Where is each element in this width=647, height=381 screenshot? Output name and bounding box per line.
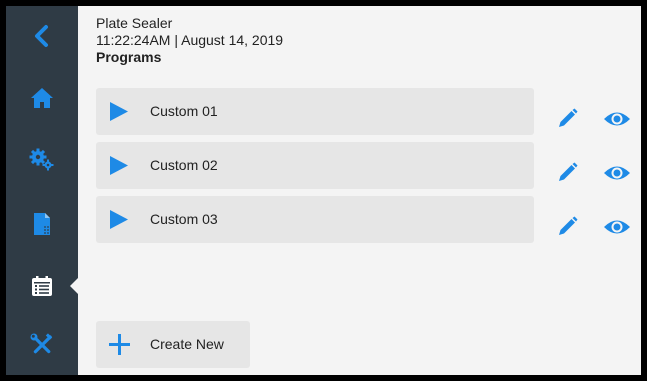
- chevron-left-icon: [35, 25, 48, 47]
- plus-icon: [109, 334, 130, 355]
- view-button[interactable]: [602, 158, 632, 188]
- create-new-label: Create New: [150, 336, 224, 352]
- create-new-button[interactable]: Create New: [96, 321, 250, 368]
- sidebar-item-programs[interactable]: [6, 256, 78, 316]
- pencil-icon: [559, 108, 578, 127]
- edit-button[interactable]: [552, 212, 582, 242]
- program-row-custom-03[interactable]: Custom 03: [96, 196, 534, 243]
- sidebar-item-tools[interactable]: [6, 315, 78, 375]
- play-icon[interactable]: [109, 156, 129, 175]
- pencil-icon: [559, 162, 578, 181]
- calendar-list-icon: [32, 276, 52, 296]
- app-frame: Plate Sealer 11:22:24AM | August 14, 201…: [6, 6, 641, 375]
- play-icon[interactable]: [109, 210, 129, 229]
- sidebar-item-documents[interactable]: [6, 194, 78, 254]
- page-title: Programs: [96, 49, 162, 65]
- datetime: 11:22:24AM | August 14, 2019: [96, 32, 284, 48]
- sidebar-item-settings[interactable]: [6, 129, 78, 189]
- eye-icon: [604, 112, 630, 126]
- view-button[interactable]: [602, 212, 632, 242]
- active-indicator: [70, 277, 79, 295]
- sidebar-item-back[interactable]: [6, 6, 78, 66]
- home-icon: [31, 88, 53, 108]
- sidebar: [6, 6, 79, 375]
- program-row-custom-01[interactable]: Custom 01: [96, 88, 534, 135]
- device-name: Plate Sealer: [96, 15, 173, 31]
- program-label: Custom 02: [150, 157, 218, 173]
- document-icon: [34, 213, 50, 235]
- edit-button[interactable]: [552, 104, 582, 134]
- gears-icon: [29, 148, 54, 171]
- eye-icon: [604, 166, 630, 180]
- pencil-icon: [559, 216, 578, 235]
- program-label: Custom 03: [150, 211, 218, 227]
- sidebar-item-home[interactable]: [6, 68, 78, 128]
- program-row-custom-02[interactable]: Custom 02: [96, 142, 534, 189]
- view-button[interactable]: [602, 104, 632, 134]
- program-label: Custom 01: [150, 103, 218, 119]
- edit-button[interactable]: [552, 158, 582, 188]
- tools-icon: [30, 333, 53, 354]
- play-icon[interactable]: [109, 102, 129, 121]
- page-header: Plate Sealer 11:22:24AM | August 14, 201…: [96, 15, 283, 66]
- eye-icon: [604, 220, 630, 234]
